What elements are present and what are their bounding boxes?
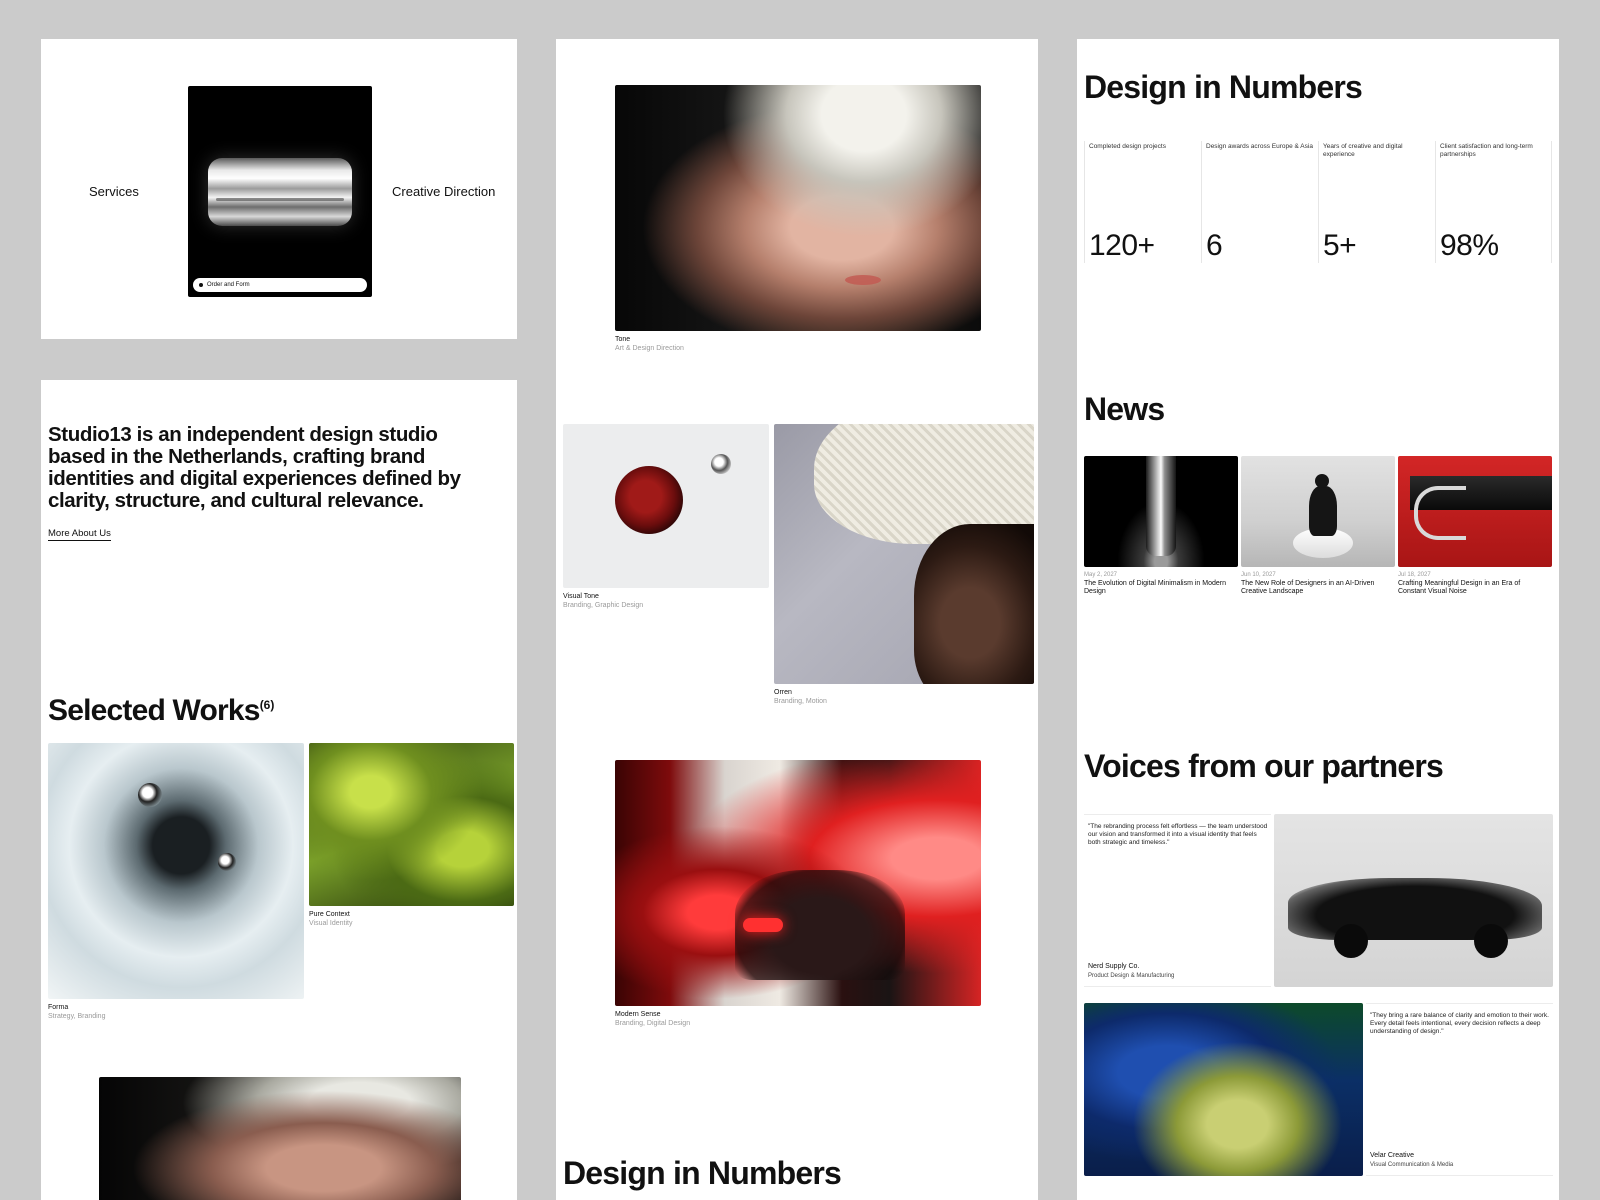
order-label: Order and Form <box>207 282 250 288</box>
work-title: Visual Tone <box>563 593 599 600</box>
stat-label: Client satisfaction and long-term partne… <box>1440 143 1533 158</box>
testimonial-name: Nerd Supply Co. <box>1088 963 1140 970</box>
hero-visual: Order and Form <box>188 86 372 297</box>
tail-light-shape <box>743 918 783 932</box>
creative-direction-link[interactable]: Creative Direction <box>392 184 495 199</box>
news-date: May 2, 2027 <box>1084 572 1118 578</box>
work-title: Forma <box>48 1004 69 1011</box>
work-subtitle: Branding, Motion <box>774 698 827 705</box>
testimonial-quote: "They bring a rare balance of clarity an… <box>1370 1012 1549 1035</box>
news-image-1[interactable] <box>1084 456 1238 567</box>
voices-heading: Voices from our partners <box>1084 748 1444 784</box>
face-shape <box>914 524 1034 684</box>
tube-shape <box>1146 456 1176 556</box>
droplet-shape <box>138 783 162 807</box>
testimonial-card: "They bring a rare balance of clarity an… <box>1366 1003 1553 1176</box>
news-image-2[interactable] <box>1241 456 1395 567</box>
selected-works-title: Selected Works <box>48 694 260 727</box>
work-title: Tone <box>615 336 631 343</box>
work-subtitle: Art & Design Direction <box>615 345 684 352</box>
hero-card: Services Order and Form Creative Directi… <box>41 39 517 339</box>
raspberry-shape <box>615 466 683 534</box>
stat-label: Design awards across Europe & Asia <box>1206 143 1313 150</box>
chrome-object-image <box>208 158 352 226</box>
testimonial-card: "The rebranding process felt effortless … <box>1084 814 1271 987</box>
numbers-card: Design in Numbers Completed design proje… <box>1077 39 1559 1200</box>
stat-label: Completed design projects <box>1089 143 1166 150</box>
work-image-modern-sense[interactable] <box>615 760 981 1006</box>
about-text: Studio13 is an independent design studio… <box>48 423 461 512</box>
stat-column: Client satisfaction and long-term partne… <box>1435 141 1552 263</box>
work-image-pure-context[interactable] <box>309 743 514 906</box>
work-subtitle: Strategy, Branding <box>48 1013 106 1020</box>
stat-value: 5+ <box>1323 229 1357 262</box>
stat-value: 6 <box>1206 229 1223 262</box>
work-subtitle: Branding, Digital Design <box>615 1020 691 1027</box>
news-title-link[interactable]: Crafting Meaningful Design in an Era of … <box>1398 580 1550 596</box>
testimonial-role: Visual Communication & Media <box>1370 1162 1454 1168</box>
work-image-tone[interactable] <box>615 85 981 331</box>
numbers-heading: Design in Numbers <box>1084 69 1363 105</box>
selected-works-heading: Selected Works(6) <box>48 694 274 728</box>
bullet-icon <box>199 283 203 287</box>
stat-column: Completed design projects 120+ <box>1084 141 1201 263</box>
droplet-shape <box>711 454 731 474</box>
work-title: Modern Sense <box>615 1011 661 1018</box>
lips-shape <box>845 275 881 285</box>
order-form-pill[interactable]: Order and Form <box>193 278 367 292</box>
numbers-heading-preview: Design in Numbers <box>563 1155 842 1191</box>
services-link[interactable]: Services <box>89 184 139 199</box>
meditating-figure-shape <box>1309 486 1337 536</box>
stat-column: Years of creative and digital experience… <box>1318 141 1435 263</box>
work-image-orren[interactable] <box>774 424 1034 684</box>
stat-value: 98% <box>1440 229 1499 262</box>
work-subtitle: Visual Identity <box>309 920 353 927</box>
figure-head-shape <box>1315 474 1329 488</box>
work-image-portrait-preview[interactable] <box>99 1077 461 1200</box>
work-image-forma[interactable] <box>48 743 304 999</box>
news-image-3[interactable] <box>1398 456 1552 567</box>
more-about-link[interactable]: More About Us <box>48 528 111 541</box>
about-card: Studio13 is an independent design studio… <box>41 380 517 1200</box>
works-card: Tone Art & Design Direction Visual Tone … <box>556 39 1038 1200</box>
stat-label: Years of creative and digital experience <box>1323 143 1403 158</box>
testimonial-image-powder <box>1084 1003 1363 1176</box>
wheel-shape <box>1474 924 1508 958</box>
droplet-shape <box>218 853 236 871</box>
news-title-link[interactable]: The New Role of Designers in an AI-Drive… <box>1241 580 1393 596</box>
wheel-shape <box>1334 924 1368 958</box>
news-date: Jul 18, 2027 <box>1398 572 1431 578</box>
buckle-shape <box>1414 486 1466 540</box>
news-title-link[interactable]: The Evolution of Digital Minimalism in M… <box>1084 580 1236 596</box>
work-title: Pure Context <box>309 911 350 918</box>
stat-value: 120+ <box>1089 229 1155 262</box>
testimonial-quote: "The rebranding process felt effortless … <box>1088 823 1268 846</box>
work-subtitle: Branding, Graphic Design <box>563 602 644 609</box>
works-count: (6) <box>259 698 275 712</box>
testimonial-role: Product Design & Manufacturing <box>1088 973 1175 979</box>
news-heading: News <box>1084 391 1165 427</box>
testimonial-name: Velar Creative <box>1370 1152 1414 1159</box>
news-date: Jun 10, 2027 <box>1241 572 1276 578</box>
work-title: Orren <box>774 689 792 696</box>
work-image-visual-tone[interactable] <box>563 424 769 588</box>
testimonial-image-car <box>1274 814 1553 987</box>
stat-column: Design awards across Europe & Asia 6 <box>1201 141 1318 263</box>
